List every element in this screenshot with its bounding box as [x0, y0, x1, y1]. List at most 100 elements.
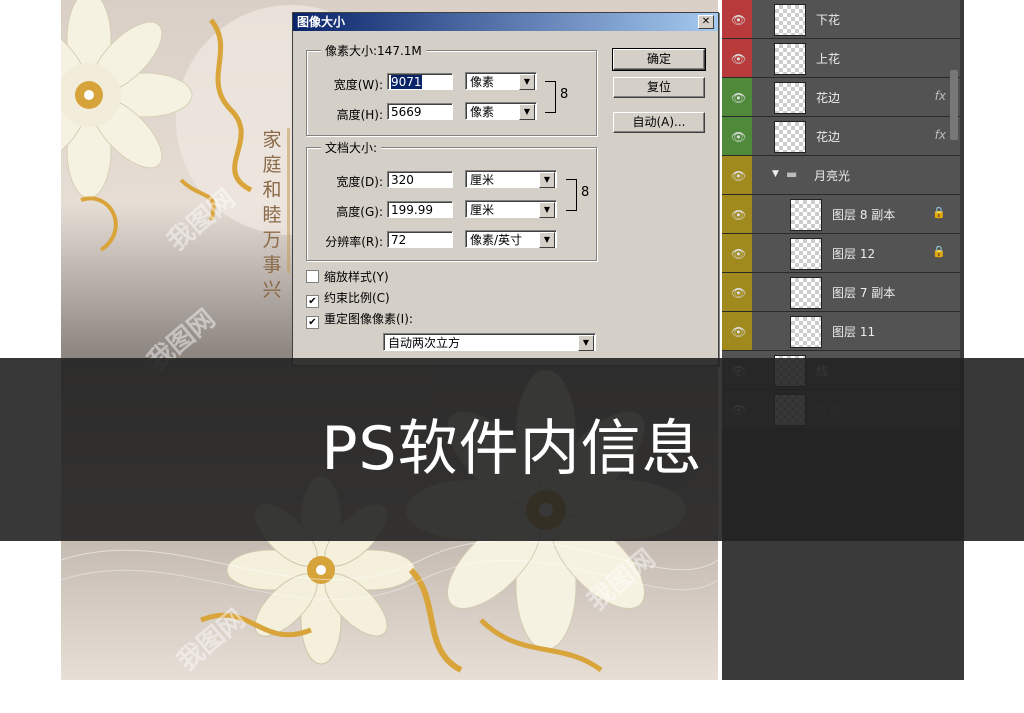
resolution-label: 分辨率(R):	[325, 235, 383, 249]
layer-thumbnail	[774, 4, 806, 36]
doc-width-unit-select[interactable]: 厘米 ▼	[465, 170, 557, 188]
width-value: 9071	[391, 75, 422, 89]
height-unit-select[interactable]: 像素 ▼	[465, 102, 537, 120]
visibility-toggle[interactable]: 👁	[722, 195, 752, 233]
chevron-down-icon: ▼	[539, 202, 555, 218]
visibility-toggle[interactable]: 👁	[722, 156, 752, 194]
eye-icon: 👁	[731, 325, 747, 339]
visibility-toggle[interactable]: 👁	[722, 312, 752, 350]
checkbox-box	[306, 270, 319, 283]
eye-icon: 👁	[731, 13, 747, 27]
layer-row[interactable]: 👁 图层 12 🔒	[722, 234, 960, 273]
group-expand-icon[interactable]: ▼	[772, 169, 779, 179]
layer-thumbnail	[774, 82, 806, 114]
visibility-toggle[interactable]: 👁	[722, 117, 752, 155]
chevron-down-icon: ▼	[578, 335, 594, 351]
resample-checkbox[interactable]: ✔ 重定图像像素(I):	[306, 310, 413, 329]
visibility-toggle[interactable]: 👁	[722, 78, 752, 116]
doc-height-unit: 厘米	[470, 203, 495, 217]
doc-width-unit: 厘米	[470, 173, 495, 187]
scale-styles-label: 缩放样式(Y)	[324, 270, 389, 284]
layer-row[interactable]: 👁 上花	[722, 39, 960, 78]
folder-icon: ▬	[786, 167, 798, 181]
visibility-toggle[interactable]: 👁	[722, 273, 752, 311]
visibility-toggle[interactable]: 👁	[722, 234, 752, 272]
artwork-vertical-text: 家庭和睦万事兴	[262, 129, 282, 301]
layer-name: 图层 12	[832, 247, 876, 261]
resolution-input[interactable]: 72	[387, 231, 453, 248]
layer-row[interactable]: 👁 花边 fx	[722, 117, 960, 156]
doc-height-value: 199.99	[391, 203, 433, 217]
height-value: 5669	[391, 105, 422, 119]
resample-method-select[interactable]: 自动两次立方 ▼	[383, 333, 596, 351]
layer-group-row[interactable]: 👁 ▼ ▬ 月亮光	[722, 156, 960, 195]
height-unit: 像素	[470, 105, 495, 119]
banner-caption: PS软件内信息	[321, 414, 703, 484]
width-input[interactable]: 9071	[387, 73, 453, 90]
visibility-toggle[interactable]: 👁	[722, 0, 752, 38]
layer-thumbnail	[774, 121, 806, 153]
dialog-title: 图像大小	[297, 15, 346, 29]
dialog-titlebar[interactable]: 图像大小	[293, 13, 718, 31]
doc-width-label: 宽度(D):	[336, 175, 383, 189]
eye-icon: 👁	[731, 247, 747, 261]
layer-row[interactable]: 👁 图层 8 副本 🔒	[722, 195, 960, 234]
layer-thumbnail	[790, 316, 822, 348]
constrain-proportions-checkbox[interactable]: ✔ 约束比例(C)	[306, 289, 390, 308]
chevron-down-icon: ▼	[519, 104, 535, 120]
close-icon[interactable]: ✕	[698, 15, 714, 29]
layer-name: 月亮光	[814, 169, 851, 183]
layer-name: 图层 11	[832, 325, 876, 339]
layer-name: 花边	[816, 91, 841, 105]
eye-icon: 👁	[731, 130, 747, 144]
eye-icon: 👁	[731, 169, 747, 183]
layer-name: 上花	[816, 52, 841, 66]
doc-height-label: 高度(G):	[336, 205, 383, 219]
layer-name: 下花	[816, 13, 841, 27]
layer-name: 花边	[816, 130, 841, 144]
constrain-label: 约束比例(C)	[324, 291, 390, 305]
auto-button[interactable]: 自动(A)...	[613, 112, 705, 133]
layer-row[interactable]: 👁 下花	[722, 0, 960, 39]
layer-effects-icon[interactable]: fx	[935, 128, 946, 142]
chain-link-icon: 8	[581, 185, 590, 200]
layer-row[interactable]: 👁 图层 7 副本	[722, 273, 960, 312]
resolution-unit-select[interactable]: 像素/英寸 ▼	[465, 230, 557, 248]
doc-height-input[interactable]: 199.99	[387, 201, 453, 218]
doc-height-unit-select[interactable]: 厘米 ▼	[465, 200, 557, 218]
resample-method: 自动两次立方	[388, 336, 461, 350]
resolution-value: 72	[391, 233, 407, 247]
doc-width-input[interactable]: 320	[387, 171, 453, 188]
lock-icon: 🔒	[932, 206, 946, 219]
layer-thumbnail	[790, 277, 822, 309]
chevron-down-icon: ▼	[539, 172, 555, 188]
layer-effects-icon[interactable]: fx	[935, 89, 946, 103]
layer-name: 图层 7 副本	[832, 286, 896, 300]
chevron-down-icon: ▼	[539, 232, 555, 248]
lock-icon: 🔒	[932, 245, 946, 258]
image-size-dialog: 图像大小 ✕ 像素大小:147.1M 宽度(W): 9071 像素 ▼ 高度(H…	[292, 12, 719, 366]
chevron-down-icon: ▼	[519, 74, 535, 90]
layer-row[interactable]: 👁 花边 fx	[722, 78, 960, 117]
layer-name: 图层 8 副本	[832, 208, 896, 222]
layers-panel: 👁 下花 👁 上花 👁 花边 fx 👁 花边 fx 👁 ▼ ▬ 月亮光 👁 图层 8 副本 🔒 👁 图层 12 🔒 👁 图…	[722, 0, 964, 680]
eye-icon: 👁	[731, 208, 747, 222]
layer-thumbnail	[790, 238, 822, 270]
width-unit-select[interactable]: 像素 ▼	[465, 72, 537, 90]
reset-button[interactable]: 复位	[613, 77, 705, 98]
layer-thumbnail	[790, 199, 822, 231]
eye-icon: 👁	[731, 52, 747, 66]
width-label: 宽度(W):	[333, 78, 383, 92]
panel-scrollbar[interactable]	[950, 70, 958, 140]
eye-icon: 👁	[731, 286, 747, 300]
pixel-size-label: 像素大小:147.1M	[321, 42, 426, 59]
width-unit: 像素	[470, 75, 495, 89]
scale-styles-checkbox[interactable]: 缩放样式(Y)	[306, 268, 389, 285]
height-label: 高度(H):	[336, 108, 383, 122]
link-bracket	[566, 179, 577, 211]
ok-button[interactable]: 确定	[612, 48, 706, 71]
visibility-toggle[interactable]: 👁	[722, 39, 752, 77]
height-input[interactable]: 5669	[387, 103, 453, 120]
layer-row[interactable]: 👁 图层 11	[722, 312, 960, 351]
layer-thumbnail	[774, 43, 806, 75]
